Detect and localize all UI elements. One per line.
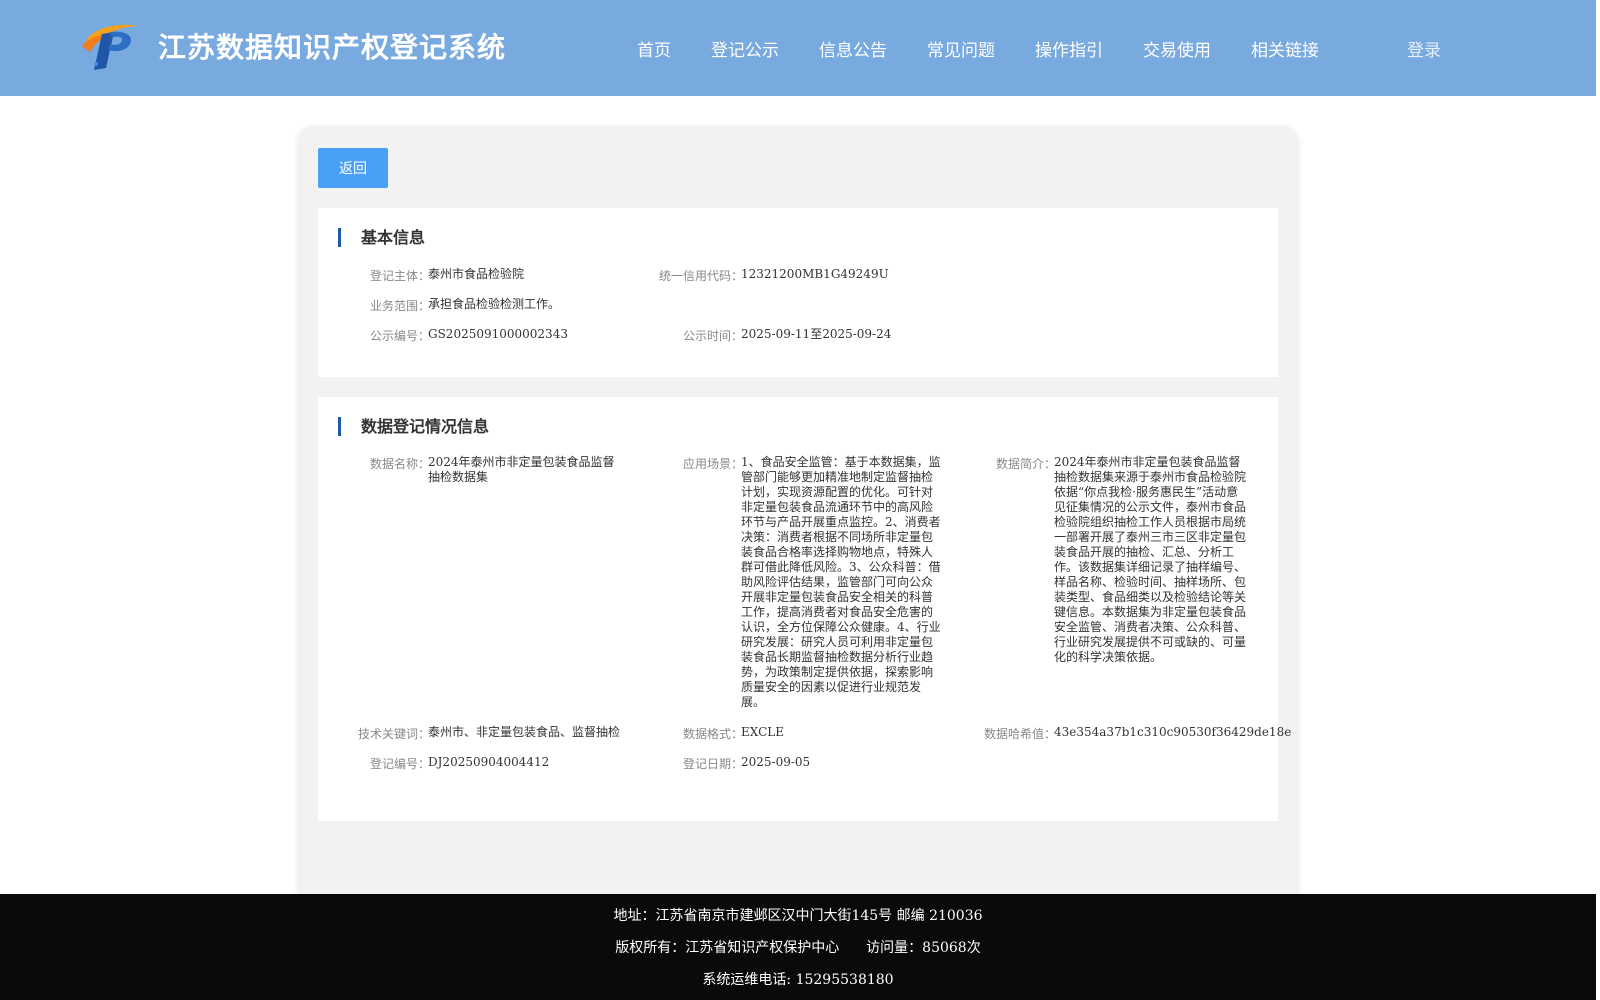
scope-label: 业务范围： (369, 299, 430, 313)
publication-number-value: GS2025091000002343 (428, 327, 568, 341)
site-title[interactable]: 江苏数据知识产权登记系统 (158, 26, 506, 66)
data-intro-label: 数据简介： (995, 457, 1056, 471)
registration-date-label: 登记日期： (682, 757, 743, 771)
data-name-value: 2024年泰州市非定量包装食品监督抽检数据集 (428, 455, 615, 484)
registration-date-value: 2025-09-05 (741, 755, 811, 769)
keywords-label: 技术关键词： (357, 727, 430, 741)
top-header: 江苏数据知识产权登记系统 首页 登记公示 信息公告 常见问题 操作指引 交易使用… (0, 0, 1596, 96)
basic-info-section: 基本信息 登记主体： 泰州市食品检验院 统一信用代码： 12321200MB1G… (318, 208, 1278, 377)
credit-code-value: 12321200MB1G49249U (741, 267, 889, 281)
publication-number-label: 公示编号： (369, 329, 430, 343)
application-scene-label: 应用场景： (682, 457, 743, 471)
site-logo[interactable] (80, 20, 140, 72)
data-intro-value: 2024年泰州市非定量包装食品监督抽检数据集来源于泰州市食品检验院依据“你点我检… (1054, 455, 1247, 664)
footer-phone: 系统运维电话: 15295538180 (702, 972, 894, 988)
nav-guide[interactable]: 操作指引 (1035, 36, 1103, 61)
login-link[interactable]: 登录 (1407, 36, 1441, 61)
basic-info-title: 基本信息 (338, 228, 425, 247)
nav-trade-usage[interactable]: 交易使用 (1143, 36, 1211, 61)
footer-address: 地址：江苏省南京市建邺区汉中门大街145号 邮编 210036 (613, 908, 983, 924)
back-button[interactable]: 返回 (318, 148, 388, 188)
footer-copyright: 版权所有：江苏省知识产权保护中心 (615, 940, 840, 956)
data-hash-label: 数据哈希值： (983, 727, 1056, 741)
nav-registration-notice[interactable]: 登记公示 (711, 36, 779, 61)
subject-value: 泰州市食品检验院 (428, 267, 525, 281)
publication-time-label: 公示时间： (682, 329, 743, 343)
nav-faq[interactable]: 常见问题 (927, 36, 995, 61)
registration-number-value: DJ20250904004412 (428, 755, 550, 769)
subject-label: 登记主体： (369, 269, 430, 283)
application-scene-value: 1、食品安全监管：基于本数据集，监管部门能够更加精准地制定监督抽检计划，实现资源… (741, 455, 941, 709)
credit-code-label: 统一信用代码： (658, 269, 743, 283)
nav-home[interactable]: 首页 (637, 36, 671, 61)
nav-related-links[interactable]: 相关链接 (1251, 36, 1319, 61)
registration-number-label: 登记编号： (369, 757, 430, 771)
data-hash-value: 43e354a37b1c310c90530f36429de18e (1054, 725, 1292, 739)
registration-info-section: 数据登记情况信息 数据名称： 2024年泰州市非定量包装食品监督抽检数据集 应用… (318, 397, 1291, 821)
keywords-value: 泰州市、非定量包装食品、监督抽检 (428, 725, 621, 739)
nav-announcements[interactable]: 信息公告 (819, 36, 887, 61)
scope-value: 承担食品检验检测工作。 (428, 297, 561, 311)
page-footer: 地址：江苏省南京市建邺区汉中门大街145号 邮编 210036 版权所有：江苏省… (0, 894, 1596, 1000)
footer-visits: 访问量：85068次 (866, 940, 981, 956)
registration-info-title: 数据登记情况信息 (338, 417, 489, 436)
data-format-label: 数据格式： (682, 727, 743, 741)
publication-time-value: 2025-09-11至2025-09-24 (741, 327, 892, 341)
data-name-label: 数据名称： (369, 457, 430, 471)
data-format-value: EXCLE (741, 725, 785, 739)
footer-copyright-row: 版权所有：江苏省知识产权保护中心 访问量：85068次 (0, 937, 1596, 957)
